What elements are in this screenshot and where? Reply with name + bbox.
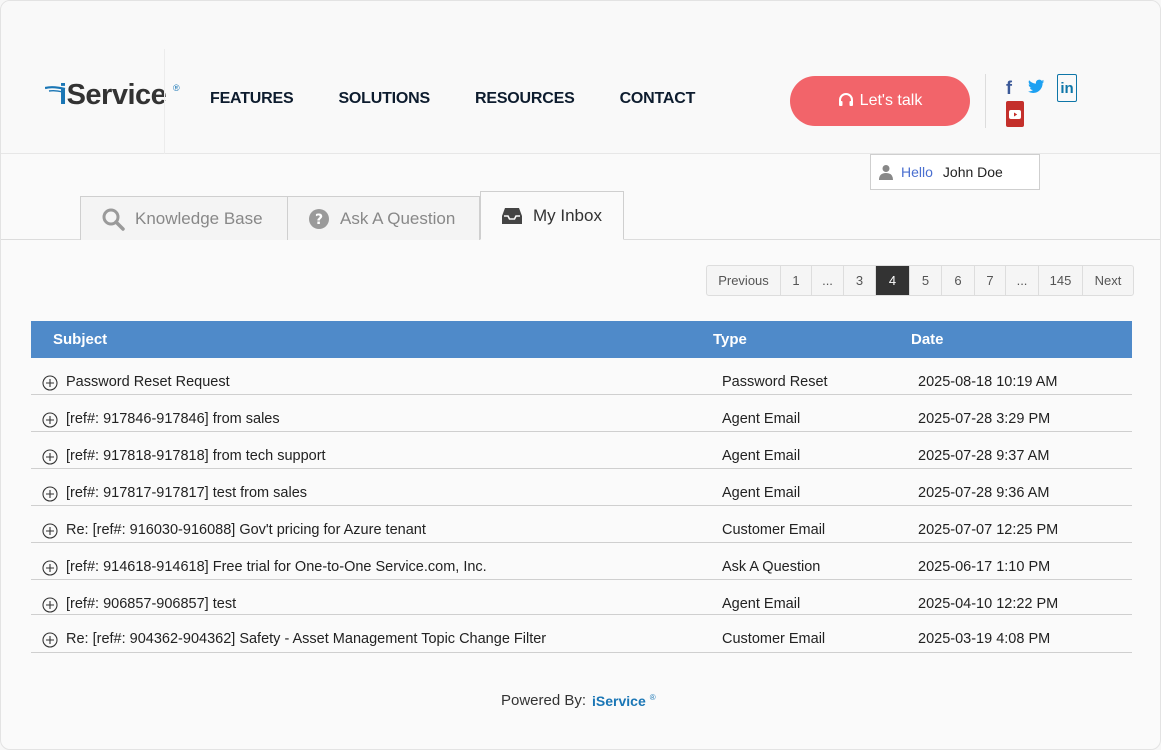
user-greeting[interactable]: Hello John Doe — [870, 154, 1040, 190]
row-type: Ask A Question — [722, 559, 821, 575]
page-frame: iService ® FEATURES SOLUTIONS RESOURCES … — [0, 0, 1161, 750]
main-nav: FEATURES SOLUTIONS RESOURCES CONTACT — [210, 90, 740, 108]
tab-my-inbox-label: My Inbox — [533, 205, 602, 225]
social-divider — [985, 74, 986, 128]
row-subject[interactable]: Password Reset Request — [66, 374, 230, 390]
inbox-table: Subject Type Date Password Reset Request… — [31, 321, 1132, 653]
pagination-page[interactable]: 3 — [844, 266, 876, 295]
footer-registered-mark: ® — [649, 693, 656, 702]
row-type: Customer Email — [722, 522, 826, 538]
table-row[interactable]: [ref#: 917817-917817] test from sales Age… — [31, 469, 1132, 506]
expand-icon[interactable] — [42, 412, 58, 432]
column-header-type[interactable]: Type — [713, 331, 747, 348]
row-date: 2025-04-10 12:22 PM — [918, 596, 1059, 612]
table-row[interactable]: [ref#: 917818-917818] from tech support A… — [31, 432, 1132, 469]
lets-talk-label: Let's talk — [859, 92, 923, 109]
expand-icon[interactable] — [42, 632, 58, 652]
row-subject[interactable]: [ref#: 906857-906857] test — [66, 596, 236, 612]
row-subject[interactable]: [ref#: 917817-917817] test from sales — [66, 485, 307, 501]
row-subject[interactable]: [ref#: 917818-917818] from tech support — [66, 448, 326, 464]
table-row[interactable]: Password Reset Request Password Reset 2025… — [31, 358, 1132, 395]
row-subject[interactable]: Re: [ref#: 904362-904362] Safety - Asset… — [66, 631, 546, 647]
expand-icon[interactable] — [42, 597, 58, 617]
row-date: 2025-07-28 3:29 PM — [918, 411, 1051, 427]
expand-icon[interactable] — [42, 449, 58, 469]
expand-icon[interactable] — [42, 560, 58, 580]
pagination-page[interactable]: 7 — [975, 266, 1006, 295]
lets-talk-button[interactable]: Let's talk — [790, 76, 970, 126]
user-icon — [879, 165, 893, 180]
pagination-ellipsis[interactable]: ... — [1006, 266, 1039, 295]
table-row[interactable]: [ref#: 914618-914618] Free trial for One… — [31, 543, 1132, 580]
expand-icon[interactable] — [42, 375, 58, 395]
tab-knowledge-base[interactable]: Knowledge Base — [80, 196, 288, 240]
svg-text:?: ? — [315, 212, 323, 228]
tab-my-inbox[interactable]: My Inbox — [480, 191, 624, 240]
pagination-page[interactable]: 5 — [910, 266, 942, 295]
logo-text: iService — [59, 79, 167, 111]
nav-features[interactable]: FEATURES — [210, 90, 294, 108]
pagination-page[interactable]: 145 — [1039, 266, 1083, 295]
row-subject[interactable]: Re: [ref#: 916030-916088] Gov't pricing … — [66, 522, 426, 538]
powered-by-label: Powered By: — [501, 692, 587, 709]
header-divider — [164, 49, 165, 154]
column-header-subject[interactable]: Subject — [53, 331, 107, 348]
facebook-icon[interactable]: f — [1006, 78, 1012, 99]
table-body: Password Reset Request Password Reset 2025… — [31, 358, 1132, 653]
greeting-label: Hello — [901, 164, 933, 180]
row-type: Agent Email — [722, 485, 801, 501]
youtube-icon[interactable] — [1006, 101, 1024, 127]
row-date: 2025-08-18 10:19 AM — [918, 374, 1058, 390]
headset-icon — [838, 93, 853, 106]
nav-solutions[interactable]: SOLUTIONS — [338, 90, 430, 108]
table-row[interactable]: Re: [ref#: 916030-916088] Gov't pricing … — [31, 506, 1132, 543]
expand-icon[interactable] — [42, 486, 58, 506]
pagination-page[interactable]: 1 — [781, 266, 812, 295]
row-subject[interactable]: [ref#: 917846-917846] from sales — [66, 411, 280, 427]
row-type: Password Reset — [722, 374, 828, 390]
row-type: Customer Email — [722, 631, 826, 647]
footer: Powered By: iService ® — [501, 692, 656, 709]
column-header-date[interactable]: Date — [911, 331, 944, 348]
table-row[interactable]: Re: [ref#: 904362-904362] Safety - Asset… — [31, 615, 1132, 653]
twitter-icon[interactable] — [1028, 79, 1045, 99]
linkedin-icon[interactable]: in — [1057, 74, 1077, 102]
logo-registered-mark: ® — [173, 83, 180, 93]
tab-knowledge-base-label: Knowledge Base — [135, 208, 263, 228]
row-type: Agent Email — [722, 411, 801, 427]
pagination-ellipsis[interactable]: ... — [812, 266, 844, 295]
site-header: iService ® FEATURES SOLUTIONS RESOURCES … — [1, 1, 1160, 154]
pagination-page[interactable]: 6 — [942, 266, 975, 295]
user-name: John Doe — [942, 164, 1003, 180]
row-type: Agent Email — [722, 448, 801, 464]
row-subject[interactable]: [ref#: 914618-914618] Free trial for One… — [66, 559, 487, 575]
table-row[interactable]: [ref#: 917846-917846] from sales Agent Em… — [31, 395, 1132, 432]
row-type: Agent Email — [722, 596, 801, 612]
expand-icon[interactable] — [42, 523, 58, 543]
row-date: 2025-03-19 4:08 PM — [918, 631, 1051, 647]
row-date: 2025-06-17 1:10 PM — [918, 559, 1051, 575]
table-row[interactable]: [ref#: 906857-906857] test Agent Email 202… — [31, 580, 1132, 615]
row-date: 2025-07-07 12:25 PM — [918, 522, 1059, 538]
pagination-previous[interactable]: Previous — [707, 266, 781, 295]
nav-contact[interactable]: CONTACT — [620, 90, 696, 108]
table-header: Subject Type Date — [31, 321, 1132, 358]
pagination-current-page[interactable]: 4 — [876, 266, 910, 295]
inbox-icon — [501, 207, 523, 225]
tab-ask-question-label: Ask A Question — [340, 208, 456, 228]
pagination: Previous 1 ... 3 4 5 6 7 ... 145 Next — [706, 265, 1134, 296]
row-date: 2025-07-28 9:36 AM — [918, 485, 1050, 501]
question-icon: ? — [308, 208, 330, 230]
footer-brand[interactable]: iService — [592, 693, 646, 709]
pagination-next[interactable]: Next — [1083, 266, 1133, 295]
tab-ask-question[interactable]: ? Ask A Question — [288, 196, 480, 240]
row-date: 2025-07-28 9:37 AM — [918, 448, 1050, 464]
search-icon — [101, 207, 125, 231]
nav-resources[interactable]: RESOURCES — [475, 90, 575, 108]
